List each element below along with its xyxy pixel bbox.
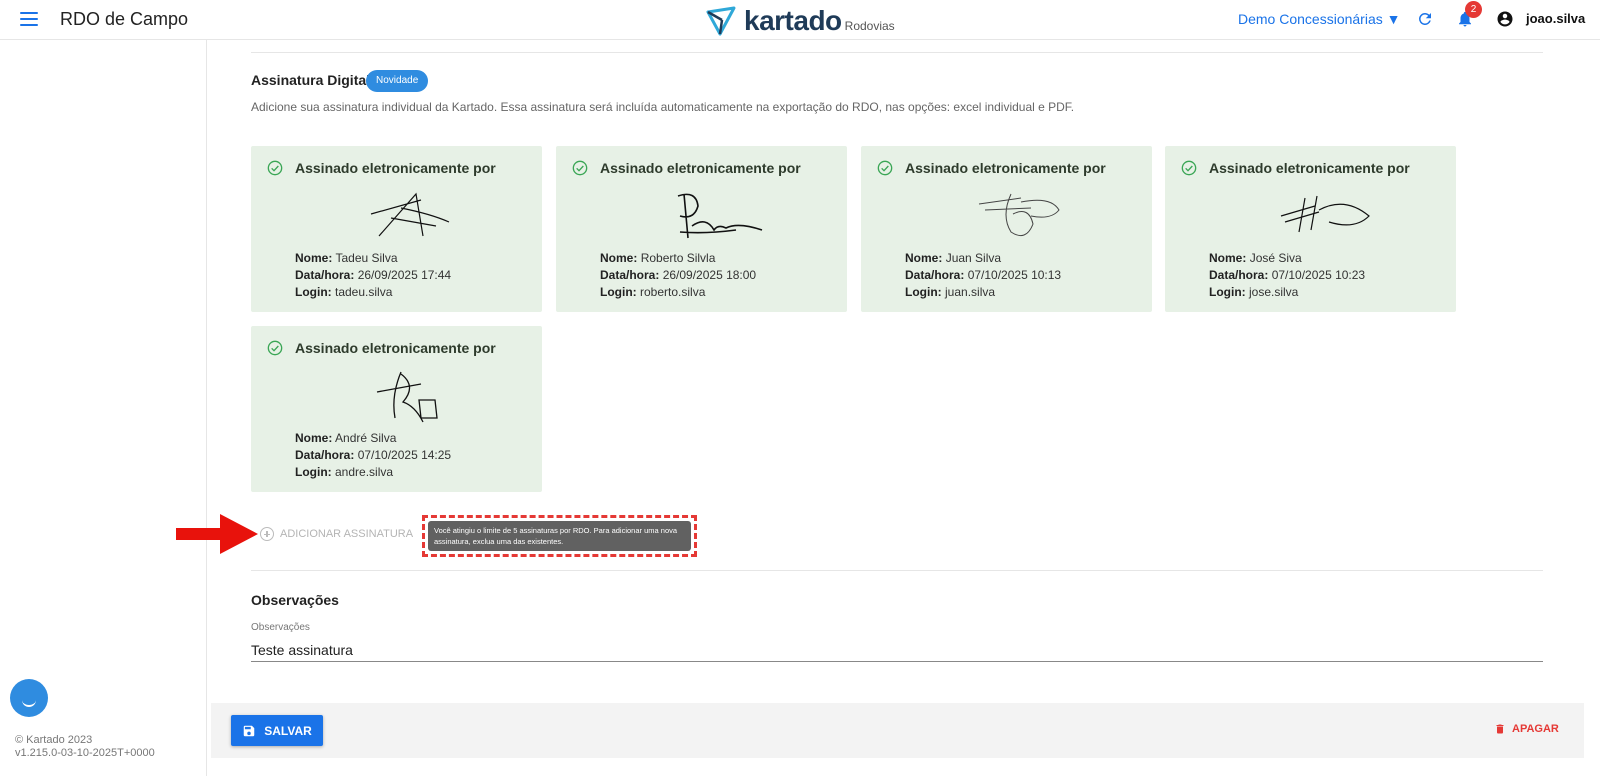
handwritten-signature-image [978, 193, 1060, 237]
signature-card: Assinado eletronicamente por Nome: Rober… [556, 146, 847, 312]
handwritten-signature-image [677, 193, 763, 239]
name-label: Nome: [600, 251, 638, 265]
logo-triangle-icon [706, 6, 736, 36]
datetime-label: Data/hora: [295, 448, 355, 462]
signature-limit-tooltip: Você atingiu o limite de 5 assinaturas p… [428, 521, 691, 551]
signer-login: andre.silva [335, 465, 394, 479]
signed-datetime: 07/10/2025 10:13 [967, 268, 1062, 282]
name-label: Nome: [1209, 251, 1247, 265]
refresh-icon[interactable] [1416, 10, 1434, 28]
logo-wordmark: kartado [744, 5, 842, 36]
signature-details: Nome: Tadeu Silva Data/hora: 26/09/2025 … [295, 250, 451, 301]
sidebar [0, 40, 207, 776]
signer-name: André Silva [335, 431, 397, 445]
datetime-label: Data/hora: [295, 268, 355, 282]
name-label: Nome: [295, 431, 333, 445]
signature-card-heading: Assinado eletronicamente por [905, 160, 1106, 176]
check-circle-icon [267, 340, 283, 356]
name-label: Nome: [295, 251, 333, 265]
signature-details: Nome: José Siva Data/hora: 07/10/2025 10… [1209, 250, 1365, 301]
signer-name: Tadeu Silva [335, 251, 398, 265]
signer-login: roberto.silva [640, 285, 706, 299]
save-label: SALVAR [264, 723, 312, 738]
handwritten-signature-image [1280, 195, 1370, 233]
version-info: © Kartado 2023 v1.215.0-03-10-2025T+0000 [15, 734, 155, 760]
signer-login: tadeu.silva [335, 285, 393, 299]
chat-support-icon[interactable] [10, 679, 48, 717]
delete-label: APAGAR [1512, 723, 1559, 735]
floppy-disk-icon [243, 725, 255, 736]
delete-button[interactable]: APAGAR [1494, 722, 1559, 736]
trash-icon [1496, 724, 1504, 734]
signature-section-title: Assinatura Digital [251, 72, 371, 88]
signature-card-heading: Assinado eletronicamente por [295, 340, 496, 356]
menu-icon[interactable] [20, 11, 38, 27]
login-label: Login: [905, 285, 942, 299]
login-label: Login: [600, 285, 637, 299]
version-text: v1.215.0-03-10-2025T+0000 [15, 747, 155, 759]
datetime-label: Data/hora: [1209, 268, 1269, 282]
datetime-label: Data/hora: [600, 268, 660, 282]
observations-input[interactable] [251, 638, 1543, 662]
action-footer [211, 703, 1584, 758]
page-title: RDO de Campo [60, 9, 189, 29]
check-circle-icon [1181, 160, 1197, 176]
observations-field-label: Observações [251, 622, 310, 633]
organization-select[interactable]: Demo Concessionárias ▼ [1238, 11, 1400, 27]
signature-card-heading: Assinado eletronicamente por [600, 160, 801, 176]
signature-details: Nome: André Silva Data/hora: 07/10/2025 … [295, 430, 451, 481]
section-divider [251, 52, 1543, 53]
check-circle-icon [572, 160, 588, 176]
signed-datetime: 26/09/2025 17:44 [357, 268, 452, 282]
datetime-label: Data/hora: [905, 268, 965, 282]
handwritten-signature-image [376, 371, 438, 423]
signed-datetime: 26/09/2025 18:00 [662, 268, 757, 282]
notification-badge: 2 [1465, 1, 1482, 18]
user-account-icon[interactable] [1496, 10, 1514, 28]
add-signature-button[interactable]: ADICIONAR ASSINATURA [260, 527, 413, 541]
top-bar: RDO de Campo kartado Rodovias Demo Conce… [0, 0, 1600, 40]
name-label: Nome: [905, 251, 943, 265]
check-circle-icon [267, 160, 283, 176]
observations-title: Observações [251, 592, 339, 608]
red-arrow-annotation [176, 514, 258, 554]
handwritten-signature-image [370, 192, 450, 237]
login-label: Login: [295, 465, 332, 479]
add-circle-icon [260, 527, 274, 541]
signer-login: juan.silva [945, 285, 996, 299]
user-name[interactable]: joao.silva [1526, 11, 1585, 26]
signer-login: jose.silva [1249, 285, 1299, 299]
signature-card-heading: Assinado eletronicamente por [295, 160, 496, 176]
login-label: Login: [295, 285, 332, 299]
signer-name: José Siva [1249, 251, 1302, 265]
copyright-text: © Kartado 2023 [15, 734, 93, 746]
signed-datetime: 07/10/2025 10:23 [1271, 268, 1366, 282]
signature-card: Assinado eletronicamente por Nome: André… [251, 326, 542, 492]
kartado-logo: kartado Rodovias [706, 4, 895, 36]
signature-details: Nome: Roberto Silvla Data/hora: 26/09/20… [600, 250, 756, 301]
save-button[interactable]: SALVAR [231, 715, 323, 746]
signed-datetime: 07/10/2025 14:25 [357, 448, 452, 462]
signature-card: Assinado eletronicamente por Nome: Juan … [861, 146, 1152, 312]
signature-section-description: Adicione sua assinatura individual da Ka… [251, 100, 1075, 114]
section-divider [251, 570, 1543, 571]
signature-card: Assinado eletronicamente por Nome: Tadeu… [251, 146, 542, 312]
signature-card: Assinado eletronicamente por Nome: José … [1165, 146, 1456, 312]
signature-card-heading: Assinado eletronicamente por [1209, 160, 1410, 176]
add-signature-label: ADICIONAR ASSINATURA [280, 528, 414, 540]
check-circle-icon [877, 160, 893, 176]
login-label: Login: [1209, 285, 1246, 299]
logo-subtitle: Rodovias [844, 19, 895, 33]
signature-details: Nome: Juan Silva Data/hora: 07/10/2025 1… [905, 250, 1061, 301]
signer-name: Roberto Silvla [640, 251, 716, 265]
signer-name: Juan Silva [945, 251, 1002, 265]
new-feature-badge: Novidade [366, 70, 429, 92]
